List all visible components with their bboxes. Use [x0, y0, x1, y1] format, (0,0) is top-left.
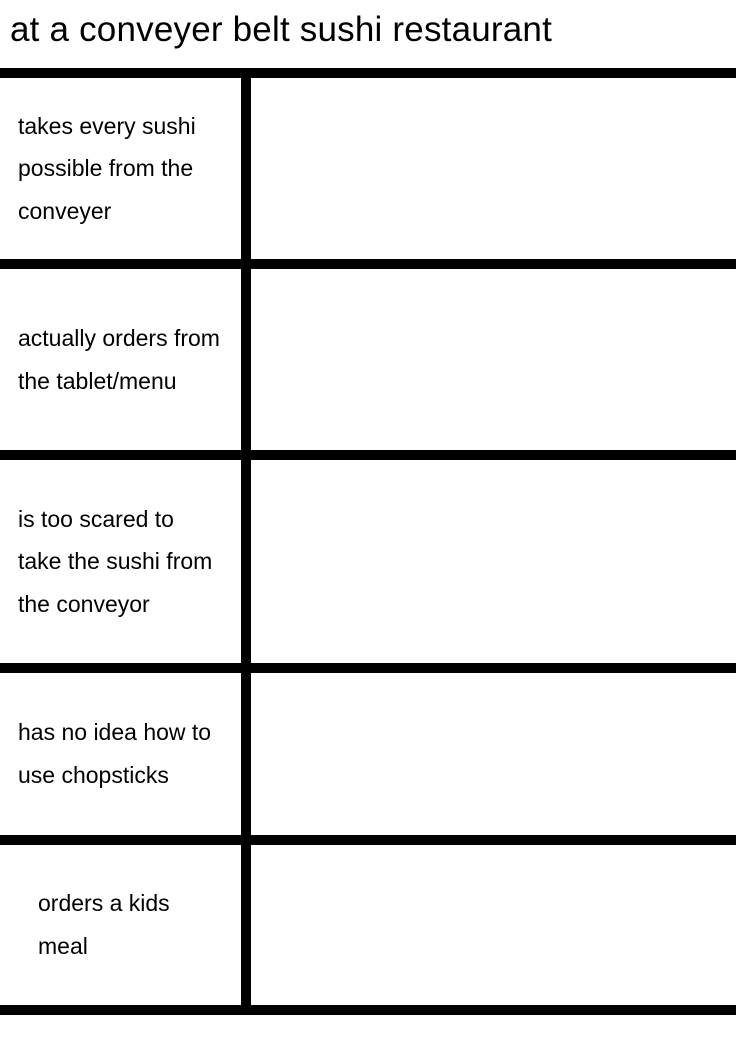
row-image-cell [251, 78, 736, 259]
template-title: at a conveyer belt sushi restaurant [0, 0, 736, 68]
table-row: orders a kids meal [0, 835, 736, 1015]
row-label: actually orders from the tablet/menu [18, 317, 223, 402]
table-row: actually orders from the tablet/menu [0, 259, 736, 450]
row-label: has no idea how to use chopsticks [18, 711, 223, 796]
table-row: is too scared to take the sushi from the… [0, 450, 736, 663]
row-label: takes every sushi possible from the conv… [18, 105, 223, 233]
row-label-cell: has no idea how to use chopsticks [0, 673, 251, 835]
table-row: takes every sushi possible from the conv… [0, 68, 736, 259]
row-image-cell [251, 460, 736, 663]
table-row: has no idea how to use chopsticks [0, 663, 736, 835]
row-label-cell: takes every sushi possible from the conv… [0, 78, 251, 259]
row-label: is too scared to take the sushi from the… [18, 498, 223, 626]
row-label-cell: orders a kids meal [0, 845, 251, 1005]
row-label-cell: actually orders from the tablet/menu [0, 269, 251, 450]
template-grid: takes every sushi possible from the conv… [0, 68, 736, 1015]
row-label-cell: is too scared to take the sushi from the… [0, 460, 251, 663]
row-image-cell [251, 845, 736, 1005]
row-image-cell [251, 269, 736, 450]
row-image-cell [251, 673, 736, 835]
row-label: orders a kids meal [38, 882, 223, 967]
